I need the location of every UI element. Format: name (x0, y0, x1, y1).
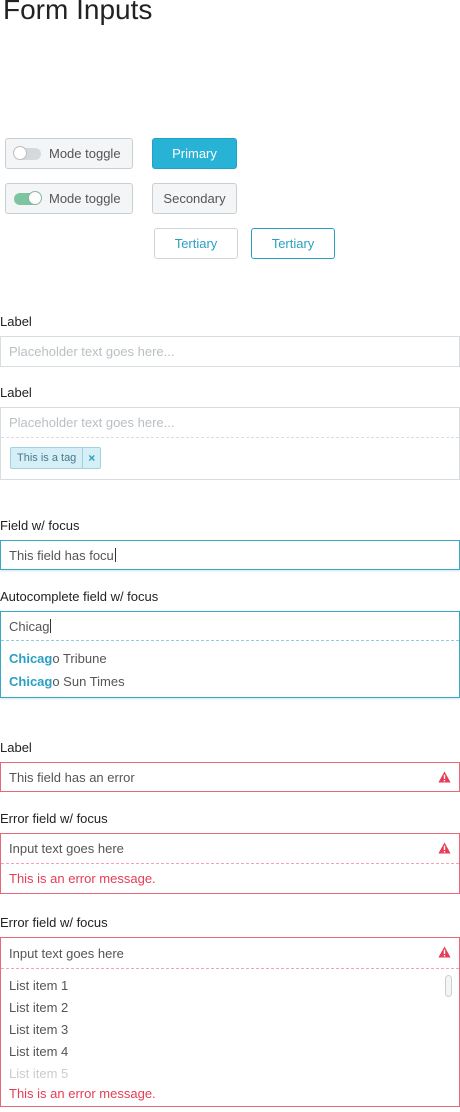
secondary-button[interactable]: Secondary (152, 183, 237, 214)
scrollbar[interactable] (445, 975, 452, 997)
tertiary-button[interactable]: Tertiary (154, 228, 238, 259)
field-label: Field w/ focus (0, 518, 80, 533)
text-caret (114, 548, 116, 562)
error-focused-input[interactable]: Input text goes here This is an error me… (0, 833, 460, 894)
text-input[interactable]: Placeholder text goes here... (0, 336, 460, 367)
autocomplete-suggestion[interactable]: Chicag o Sun Times (1, 670, 459, 693)
list-item[interactable]: List item 4 (1, 1040, 459, 1062)
mode-toggle-label: Mode toggle (49, 146, 121, 161)
mode-toggle-on-button[interactable]: Mode toggle (5, 183, 133, 214)
toggle-switch-icon (14, 190, 42, 205)
input-value: This field has focu (9, 547, 114, 563)
mode-toggle-label: Mode toggle (49, 191, 121, 206)
field-label: Error field w/ focus (0, 915, 108, 930)
input-value: This field has an error (9, 769, 135, 785)
list-item[interactable]: List item 2 (1, 996, 459, 1018)
placeholder-text: Placeholder text goes here... (9, 415, 175, 430)
error-text-input[interactable]: This field has an error (0, 762, 460, 792)
autocomplete-input[interactable]: Chicag Chicag o Tribune Chicag o Sun Times (0, 611, 460, 698)
field-label: Label (0, 740, 32, 755)
input-value: Input text goes here (9, 945, 124, 961)
warning-icon (438, 842, 451, 854)
warning-icon (438, 946, 451, 958)
field-label: Label (0, 314, 32, 329)
field-label: Label (0, 385, 32, 400)
input-value: Input text goes here (9, 841, 124, 856)
list-item[interactable]: List item 3 (1, 1018, 459, 1040)
placeholder-text: Placeholder text goes here... (9, 344, 175, 359)
page-title: Form Inputs (3, 0, 153, 25)
error-list-input[interactable]: Input text goes here List item 1 List it… (0, 937, 460, 1107)
warning-icon (438, 771, 451, 783)
field-label: Autocomplete field w/ focus (0, 589, 159, 604)
error-message: This is an error message. (9, 871, 156, 886)
field-label: Error field w/ focus (0, 811, 108, 826)
autocomplete-suggestion[interactable]: Chicag o Tribune (1, 647, 459, 670)
list-item[interactable]: List item 1 (1, 974, 459, 996)
focused-text-input[interactable]: This field has focu (0, 540, 460, 570)
toggle-switch-icon (13, 145, 41, 160)
close-icon[interactable]: × (82, 448, 100, 468)
tag-label: This is a tag (17, 452, 77, 464)
tertiary-button-outlined[interactable]: Tertiary (251, 228, 335, 259)
list-item[interactable]: List item 5 (1, 1062, 459, 1084)
list-dropdown: List item 1 List item 2 List item 3 List… (1, 969, 459, 1084)
mode-toggle-off-button[interactable]: Mode toggle (5, 138, 133, 169)
primary-button[interactable]: Primary (152, 138, 237, 169)
error-message: This is an error message. (9, 1085, 156, 1101)
text-caret (50, 619, 52, 633)
tag-chip: This is a tag × (10, 447, 102, 469)
input-value: Chicag (9, 618, 50, 634)
tag-input[interactable]: Placeholder text goes here... This is a … (0, 407, 460, 480)
